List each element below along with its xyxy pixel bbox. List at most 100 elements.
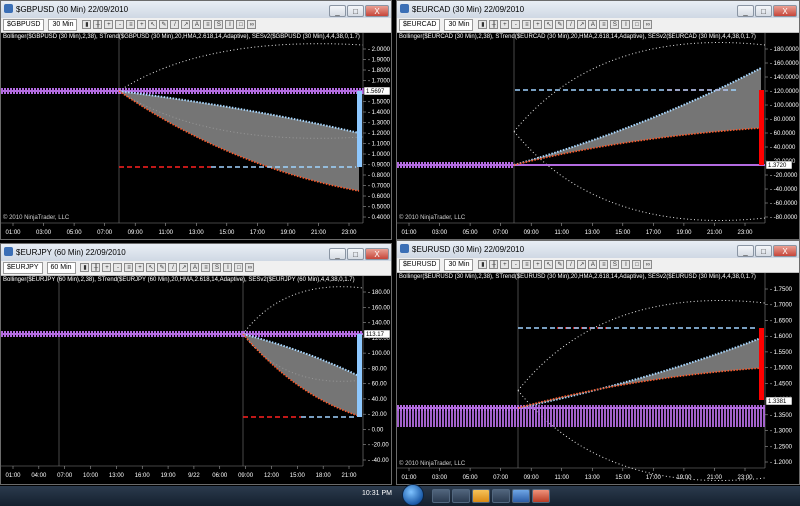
text-icon[interactable]: A <box>588 20 598 29</box>
maximize-button[interactable]: □ <box>755 5 772 17</box>
media-app-icon[interactable] <box>452 489 470 503</box>
data-box-icon[interactable]: □ <box>236 20 246 29</box>
pointer-icon[interactable]: ↖ <box>146 263 156 272</box>
data-box-icon[interactable]: □ <box>234 263 244 272</box>
period-selector[interactable]: 30 Min <box>444 259 474 271</box>
indicator-icon[interactable]: I <box>621 20 631 29</box>
period-selector[interactable]: 30 Min <box>444 19 474 31</box>
instrument-selector[interactable]: $EURUSD <box>399 259 441 271</box>
draw-icon[interactable]: ✎ <box>555 20 565 29</box>
start-button[interactable] <box>402 484 424 506</box>
chart-window-gbpusd[interactable]: $GBPUSD (30 Min) 22/09/2010 _ □ X $GBPUSD 3… <box>0 0 392 240</box>
maximize-button[interactable]: □ <box>347 5 364 17</box>
period-selector[interactable]: 30 Min <box>48 19 78 31</box>
text-icon[interactable]: A <box>588 260 598 269</box>
strategy-icon[interactable]: S <box>212 263 222 272</box>
ray-icon[interactable]: ↗ <box>577 20 587 29</box>
text-icon[interactable]: A <box>190 263 200 272</box>
maximize-button[interactable]: □ <box>347 248 364 260</box>
zoom-out-icon[interactable]: - <box>511 260 521 269</box>
zoom-out-icon[interactable]: - <box>511 20 521 29</box>
indicator-icon[interactable]: I <box>225 20 235 29</box>
properties-icon[interactable]: ≡ <box>522 20 532 29</box>
close-button[interactable]: X <box>365 5 389 17</box>
zoom-in-icon[interactable]: + <box>500 20 510 29</box>
period-selector[interactable]: 60 Min <box>46 262 76 274</box>
explorer-app-icon[interactable] <box>432 489 450 503</box>
close-button[interactable]: X <box>773 5 797 17</box>
link-icon[interactable]: ∞ <box>643 260 653 269</box>
fib-icon[interactable]: ≡ <box>599 260 609 269</box>
fib-icon[interactable]: ≡ <box>201 263 211 272</box>
bar-icon[interactable]: ▮ <box>80 263 90 272</box>
line-icon[interactable]: / <box>566 260 576 269</box>
ninjatrader-app-icon[interactable] <box>512 489 530 503</box>
window-title-bar[interactable]: $EURUSD (30 Min) 22/09/2010 _ □ X <box>397 241 799 259</box>
zoom-in-icon[interactable]: + <box>104 20 114 29</box>
pointer-icon[interactable]: ↖ <box>148 20 158 29</box>
draw-icon[interactable]: ✎ <box>159 20 169 29</box>
crosshair-icon[interactable]: + <box>533 20 543 29</box>
pointer-icon[interactable]: ↖ <box>544 260 554 269</box>
draw-icon[interactable]: ✎ <box>157 263 167 272</box>
outlook-app-icon[interactable] <box>472 489 490 503</box>
zoom-in-icon[interactable]: + <box>102 263 112 272</box>
chart-type-icon[interactable]: ╫ <box>489 260 499 269</box>
ray-icon[interactable]: ↗ <box>179 263 189 272</box>
instrument-selector[interactable]: $EURCAD <box>399 19 441 31</box>
chart-type-icon[interactable]: ╫ <box>93 20 103 29</box>
close-button[interactable]: X <box>773 245 797 257</box>
maximize-button[interactable]: □ <box>755 245 772 257</box>
draw-icon[interactable]: ✎ <box>555 260 565 269</box>
chart-type-icon[interactable]: ╫ <box>91 263 101 272</box>
line-icon[interactable]: / <box>170 20 180 29</box>
line-icon[interactable]: / <box>168 263 178 272</box>
ray-icon[interactable]: ↗ <box>577 260 587 269</box>
window-title-bar[interactable]: $EURCAD (30 Min) 22/09/2010 _ □ X <box>397 1 799 19</box>
data-box-icon[interactable]: □ <box>632 20 642 29</box>
chart-svg[interactable]: - 180.0000 - 160.0000 - 140.0000 - 120.0000… <box>397 33 799 239</box>
tray-app-icon[interactable] <box>492 489 510 503</box>
data-box-icon[interactable]: □ <box>632 260 642 269</box>
browser-app-icon[interactable] <box>532 489 550 503</box>
crosshair-icon[interactable]: + <box>137 20 147 29</box>
properties-icon[interactable]: ≡ <box>124 263 134 272</box>
zoom-in-icon[interactable]: + <box>500 260 510 269</box>
line-icon[interactable]: / <box>566 20 576 29</box>
pointer-icon[interactable]: ↖ <box>544 20 554 29</box>
fib-icon[interactable]: ≡ <box>599 20 609 29</box>
indicator-icon[interactable]: I <box>621 260 631 269</box>
strategy-icon[interactable]: S <box>610 260 620 269</box>
close-button[interactable]: X <box>365 248 389 260</box>
instrument-selector[interactable]: $GBPUSD <box>3 19 45 31</box>
strategy-icon[interactable]: S <box>214 20 224 29</box>
price-chart[interactable]: - 2.0000- 1.9000- 1.8000- 1.7000- 1.6000… <box>1 33 391 239</box>
chart-svg[interactable]: - 2.0000- 1.9000- 1.8000- 1.7000- 1.6000… <box>1 33 391 239</box>
link-icon[interactable]: ∞ <box>245 263 255 272</box>
minimize-button[interactable]: _ <box>329 248 346 260</box>
window-title-bar[interactable]: $EURJPY (60 Min) 22/09/2010 _ □ X <box>1 244 391 262</box>
crosshair-icon[interactable]: + <box>533 260 543 269</box>
ray-icon[interactable]: ↗ <box>181 20 191 29</box>
minimize-button[interactable]: _ <box>329 5 346 17</box>
indicator-icon[interactable]: I <box>223 263 233 272</box>
price-chart[interactable]: - 1.7500 - 1.7000 - 1.6500 - 1.6000 - 1.5500… <box>397 273 799 484</box>
bar-icon[interactable]: ▮ <box>82 20 92 29</box>
chart-window-eurcad[interactable]: $EURCAD (30 Min) 22/09/2010 _ □ X $EURCAD 3… <box>396 0 800 240</box>
chart-type-icon[interactable]: ╫ <box>489 20 499 29</box>
zoom-out-icon[interactable]: - <box>115 20 125 29</box>
bar-icon[interactable]: ▮ <box>478 20 488 29</box>
taskbar-clock[interactable]: 10:31 PM <box>362 490 392 497</box>
price-chart[interactable]: - 180.00- 160.00- 140.00- 120.00- 100.00… <box>1 276 391 484</box>
bar-icon[interactable]: ▮ <box>478 260 488 269</box>
crosshair-icon[interactable]: + <box>135 263 145 272</box>
fib-icon[interactable]: ≡ <box>203 20 213 29</box>
price-chart[interactable]: - 180.0000 - 160.0000 - 140.0000 - 120.0000… <box>397 33 799 239</box>
chart-window-eurusd[interactable]: $EURUSD (30 Min) 22/09/2010 _ □ X $EURUSD 3… <box>396 240 800 485</box>
chart-svg[interactable]: - 180.00- 160.00- 140.00- 120.00- 100.00… <box>1 276 391 484</box>
chart-svg[interactable]: - 1.7500 - 1.7000 - 1.6500 - 1.6000 - 1.5500… <box>397 273 799 484</box>
chart-window-eurjpy[interactable]: $EURJPY (60 Min) 22/09/2010 _ □ X $EURJPY 6… <box>0 243 392 485</box>
text-icon[interactable]: A <box>192 20 202 29</box>
properties-icon[interactable]: ≡ <box>126 20 136 29</box>
link-icon[interactable]: ∞ <box>643 20 653 29</box>
